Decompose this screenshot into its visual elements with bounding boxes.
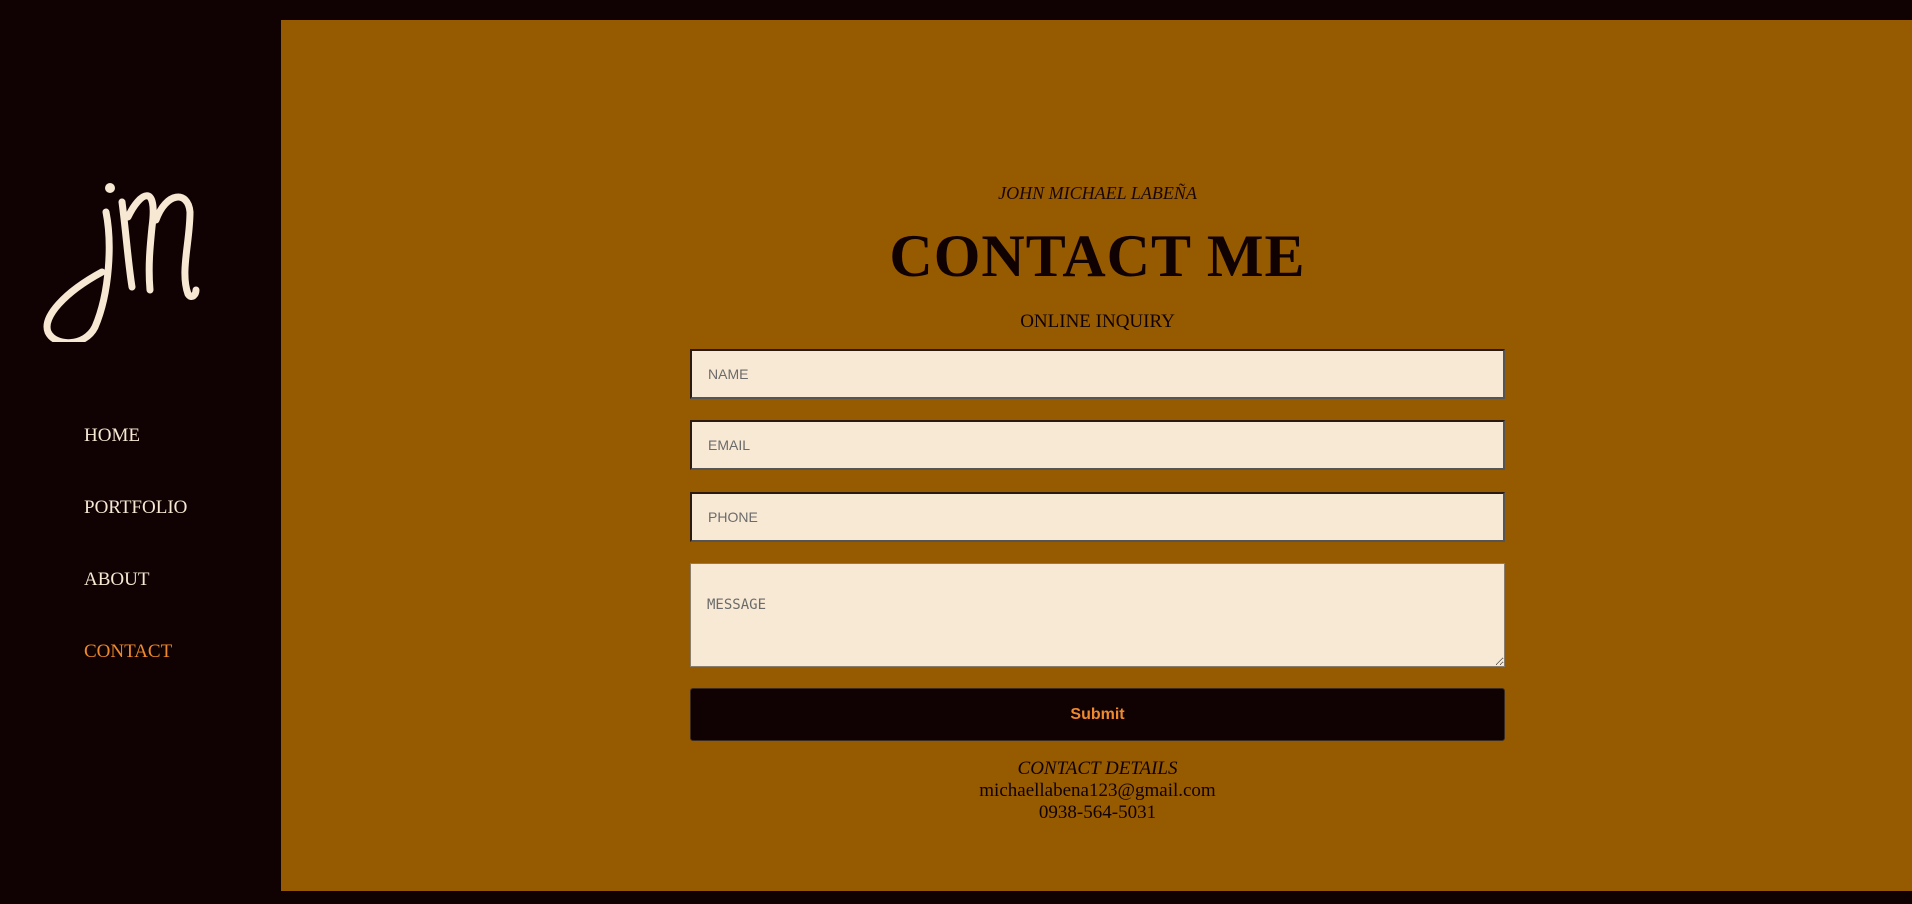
message-field[interactable] [690,563,1505,667]
contact-phone[interactable]: 0938-564-5031 [690,802,1505,824]
main-nav: HOME PORTFOLIO ABOUT CONTACT [84,420,187,708]
name-field[interactable] [690,349,1505,399]
jm-logo[interactable] [40,172,200,342]
contact-email[interactable]: michaellabena123@gmail.com [690,780,1505,802]
contact-details: CONTACT DETAILS michaellabena123@gmail.c… [690,758,1505,824]
phone-field[interactable] [690,492,1505,542]
form-subtitle: ONLINE INQUIRY [1020,311,1175,332]
contact-details-heading: CONTACT DETAILS [1017,758,1178,779]
nav-item-home[interactable]: HOME [84,420,187,492]
nav-item-about[interactable]: ABOUT [84,564,187,636]
page-title: CONTACT ME [889,223,1306,289]
main-content: JOHN MICHAEL LABEÑA CONTACT ME ONLINE IN… [281,20,1912,891]
nav-item-portfolio[interactable]: PORTFOLIO [84,492,187,564]
sidebar: HOME PORTFOLIO ABOUT CONTACT [0,0,281,904]
email-field[interactable] [690,420,1505,470]
nav-item-contact[interactable]: CONTACT [84,636,187,708]
submit-button[interactable]: Submit [690,688,1505,741]
owner-name: JOHN MICHAEL LABEÑA [998,183,1197,203]
